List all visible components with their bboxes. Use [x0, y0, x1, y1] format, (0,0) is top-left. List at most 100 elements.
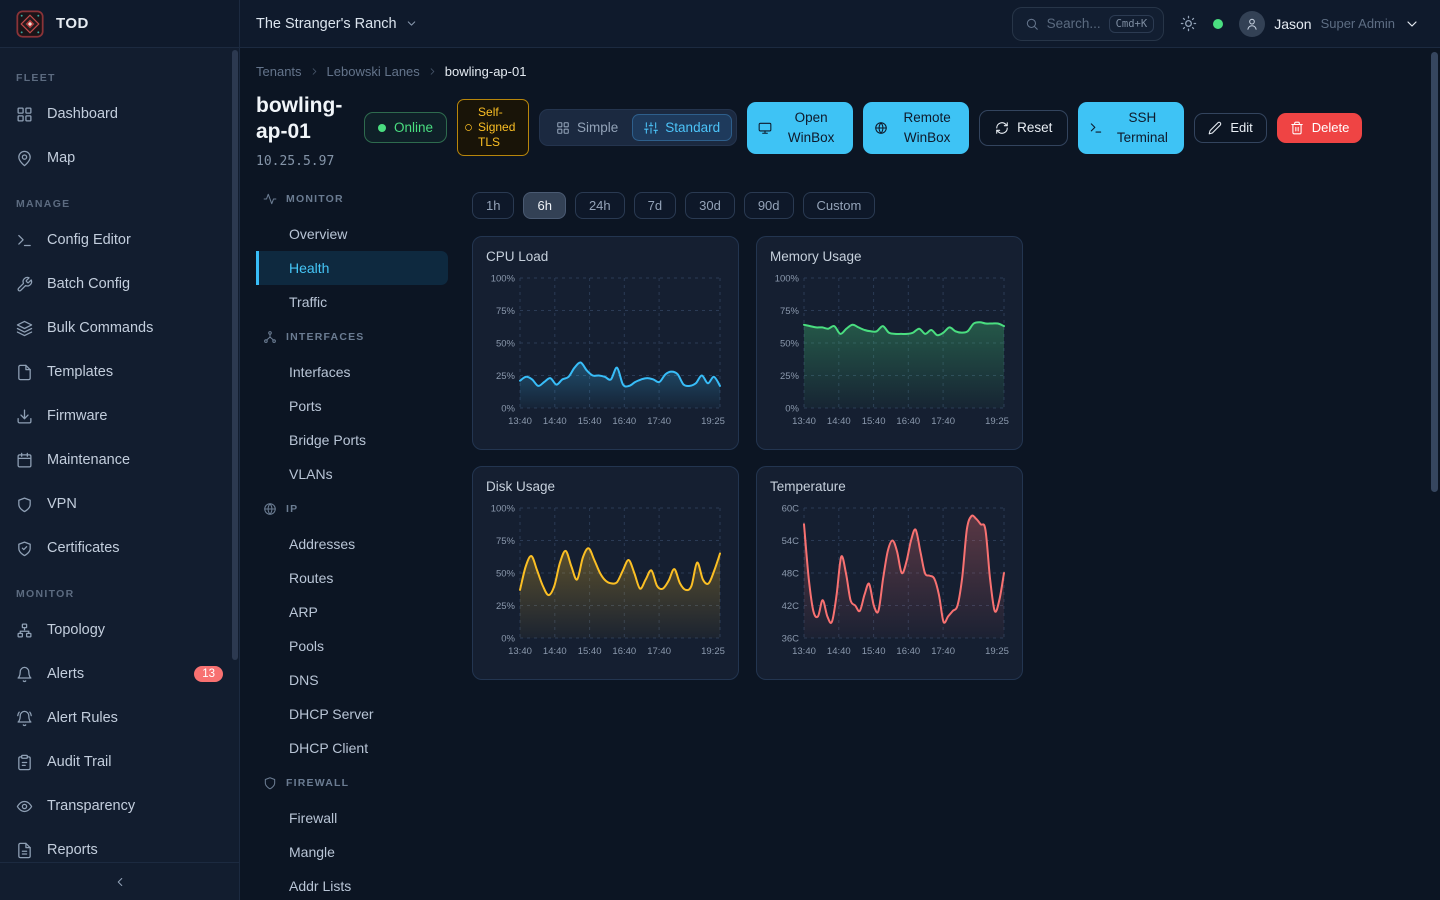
time-range-6h[interactable]: 6h: [523, 192, 565, 219]
x-tick-label: 19:25: [985, 416, 1009, 427]
x-tick-label: 17:40: [647, 646, 671, 657]
y-tick-label: 75%: [780, 306, 800, 317]
x-tick-label: 19:25: [701, 646, 725, 657]
sidebar-item-config-editor[interactable]: Config Editor: [0, 218, 239, 262]
mode-option-label: Simple: [577, 120, 618, 135]
device-nav-item-overview[interactable]: Overview: [256, 217, 448, 251]
reset-button[interactable]: Reset: [979, 110, 1068, 146]
search-input[interactable]: Search... Cmd+K: [1012, 7, 1165, 41]
device-nav-item-dns[interactable]: DNS: [256, 663, 448, 697]
sidebar-item-audit-trail[interactable]: Audit Trail: [0, 740, 239, 784]
device-nav: MONITOROverviewHealthTrafficINTERFACESIn…: [256, 181, 448, 900]
device-nav-section-label: INTERFACES: [286, 331, 365, 343]
x-tick-label: 14:40: [543, 416, 567, 427]
mode-option-standard[interactable]: Standard: [632, 114, 732, 141]
time-range-selector: 1h 6h 24h 7d 30d 90d Custom: [472, 192, 1023, 219]
device-nav-item-bridge-ports[interactable]: Bridge Ports: [256, 423, 448, 457]
sidebar-item-label: Templates: [47, 364, 113, 380]
chart-card-temperature: Temperature36C42C48C54C60C13:4014:4015:4…: [756, 466, 1023, 680]
sidebar-item-map[interactable]: Map: [0, 136, 239, 180]
y-tick-label: 48C: [782, 568, 800, 579]
device-nav-item-pools[interactable]: Pools: [256, 629, 448, 663]
shield-icon: [16, 496, 33, 513]
breadcrumb-item-tenants[interactable]: Tenants: [256, 64, 302, 79]
time-range-90d[interactable]: 90d: [744, 192, 794, 219]
device-nav-item-interfaces[interactable]: Interfaces: [256, 355, 448, 389]
sidebar-item-label: Config Editor: [47, 232, 131, 248]
device-nav-item-traffic[interactable]: Traffic: [256, 285, 448, 319]
device-nav-item-addr-lists[interactable]: Addr Lists: [256, 869, 448, 900]
sidebar-item-label: Dashboard: [47, 106, 118, 122]
sidebar-item-label: Firmware: [47, 408, 107, 424]
edit-button[interactable]: Edit: [1194, 113, 1266, 143]
shield-icon: [263, 776, 277, 790]
device-nav-item-vlans[interactable]: VLANs: [256, 457, 448, 491]
y-tick-label: 0%: [501, 403, 515, 414]
sidebar-item-maintenance[interactable]: Maintenance: [0, 438, 239, 482]
chevron-left-icon: [113, 875, 127, 889]
breadcrumb: TenantsLebowski Lanesbowling-ap-01: [256, 64, 1416, 79]
sidebar-item-reports[interactable]: Reports: [0, 828, 239, 862]
time-range-30d[interactable]: 30d: [685, 192, 735, 219]
x-tick-label: 13:40: [508, 416, 532, 427]
chart-title: Disk Usage: [486, 479, 725, 494]
sidebar-item-topology[interactable]: Topology: [0, 608, 239, 652]
device-nav-item-firewall[interactable]: Firewall: [256, 801, 448, 835]
mode-option-simple[interactable]: Simple: [544, 114, 630, 141]
breadcrumb-item-lebowski-lanes[interactable]: Lebowski Lanes: [327, 64, 420, 79]
device-nav-item-mangle[interactable]: Mangle: [256, 835, 448, 869]
time-range-24h[interactable]: 24h: [575, 192, 625, 219]
page-scrollbar[interactable]: [1431, 52, 1438, 492]
sidebar-item-alerts[interactable]: Alerts13: [0, 652, 239, 696]
device-nav-item-dhcp-server[interactable]: DHCP Server: [256, 697, 448, 731]
brand-name: TOD: [56, 15, 89, 32]
device-nav-section-interfaces: INTERFACES: [256, 319, 448, 355]
remote-winbox-button[interactable]: Remote WinBox: [863, 102, 969, 154]
chevron-right-icon: [427, 66, 438, 77]
globe-icon: [263, 502, 277, 516]
device-nav-section-label: IP: [286, 503, 298, 515]
device-nav-item-routes[interactable]: Routes: [256, 561, 448, 595]
user-menu[interactable]: Jason Super Admin: [1239, 11, 1420, 37]
sidebar-item-batch-config[interactable]: Batch Config: [0, 262, 239, 306]
wrench-icon: [16, 276, 33, 293]
sidebar-item-dashboard[interactable]: Dashboard: [0, 92, 239, 136]
alert-count-badge: 13: [194, 666, 223, 682]
sidebar-item-alert-rules[interactable]: Alert Rules: [0, 696, 239, 740]
open-winbox-button[interactable]: Open WinBox: [747, 102, 853, 154]
bell-icon: [16, 666, 33, 683]
tls-warning-badge[interactable]: Self-Signed TLS: [457, 99, 529, 156]
sidebar-item-firmware[interactable]: Firmware: [0, 394, 239, 438]
cpu-load-chart: 0%25%50%75%100%13:4014:4015:4016:4017:40…: [486, 268, 727, 438]
time-range-custom[interactable]: Custom: [803, 192, 876, 219]
sidebar-collapse-button[interactable]: [0, 862, 239, 900]
device-nav-item-ports[interactable]: Ports: [256, 389, 448, 423]
theme-toggle-button[interactable]: [1180, 15, 1197, 32]
dashboard-icon: [16, 106, 33, 123]
sidebar-item-bulk-commands[interactable]: Bulk Commands: [0, 306, 239, 350]
sidebar-section-monitor: MONITOR: [0, 588, 239, 600]
ssh-terminal-button[interactable]: SSH Terminal: [1078, 102, 1184, 154]
delete-button[interactable]: Delete: [1277, 113, 1363, 143]
brand[interactable]: TOD: [0, 0, 240, 47]
x-tick-label: 17:40: [931, 416, 955, 427]
file-text-icon: [16, 842, 33, 859]
sidebar-item-templates[interactable]: Templates: [0, 350, 239, 394]
main-content: TenantsLebowski Lanesbowling-ap-01 bowli…: [240, 48, 1440, 900]
x-tick-label: 13:40: [792, 646, 816, 657]
y-tick-label: 54C: [782, 536, 800, 547]
time-range-1h[interactable]: 1h: [472, 192, 514, 219]
sidebar-item-vpn[interactable]: VPN: [0, 482, 239, 526]
sidebar-item-transparency[interactable]: Transparency: [0, 784, 239, 828]
sidebar-scrollbar[interactable]: [232, 50, 238, 660]
device-header: bowling-ap-01 10.25.5.97 Online Self-Sig…: [256, 93, 1416, 169]
x-tick-label: 17:40: [647, 416, 671, 427]
device-nav-item-addresses[interactable]: Addresses: [256, 527, 448, 561]
device-nav-item-arp[interactable]: ARP: [256, 595, 448, 629]
sidebar-item-label: Topology: [47, 622, 105, 638]
sidebar-item-certificates[interactable]: Certificates: [0, 526, 239, 570]
device-nav-item-dhcp-client[interactable]: DHCP Client: [256, 731, 448, 765]
time-range-7d[interactable]: 7d: [634, 192, 676, 219]
tenant-selector[interactable]: The Stranger's Ranch: [256, 16, 418, 32]
device-nav-item-health[interactable]: Health: [256, 251, 448, 285]
